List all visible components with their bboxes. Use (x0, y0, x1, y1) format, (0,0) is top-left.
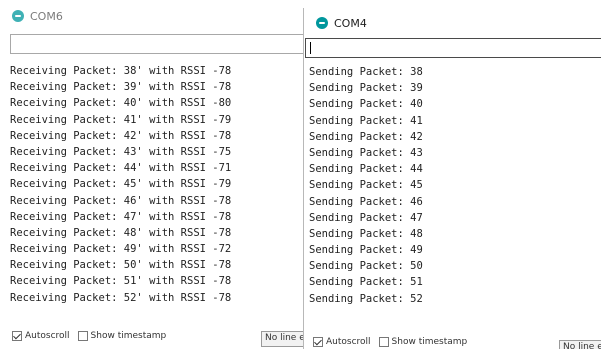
output-line: Sending Packet: 48 (309, 227, 423, 240)
output-line: Sending Packet: 45 (309, 179, 423, 192)
output-line: Sending Packet: 47 (309, 211, 423, 224)
show-timestamp-label: Show timestamp (90, 331, 167, 341)
window-title: COM6 (30, 9, 63, 23)
output-line: Receiving Packet: 42' with RSSI -78 (10, 129, 232, 142)
autoscroll-label: Autoscroll (326, 337, 371, 347)
output-line: Receiving Packet: 43' with RSSI -75 (10, 145, 232, 158)
output-line: Receiving Packet: 51' with RSSI -78 (10, 275, 232, 288)
output-line: Receiving Packet: 41' with RSSI -79 (10, 113, 232, 126)
output-line: Sending Packet: 41 (309, 114, 423, 127)
show-timestamp-checkbox[interactable] (378, 337, 389, 347)
output-line: Receiving Packet: 39' with RSSI -78 (10, 81, 232, 94)
output-line: Sending Packet: 42 (309, 130, 423, 143)
output-line: Receiving Packet: 44' with RSSI -71 (10, 162, 232, 175)
serial-monitor-com6: COM6 Receiving Packet: 38' with RSSI -78… (0, 0, 318, 349)
arduino-app-icon (12, 10, 24, 22)
title-bar[interactable]: COM4 (304, 8, 601, 38)
line-ending-select[interactable]: No line en (261, 331, 307, 347)
output-line: Sending Packet: 38 (309, 66, 423, 78)
send-input[interactable] (10, 34, 310, 54)
output-line: Receiving Packet: 45' with RSSI -79 (10, 178, 232, 191)
autoscroll-checkbox[interactable] (12, 331, 22, 341)
output-line: Receiving Packet: 46' with RSSI -78 (10, 194, 232, 207)
output-line: Sending Packet: 39 (309, 82, 423, 95)
output-line: Receiving Packet: 40' with RSSI -80 (10, 97, 232, 110)
output-line: Sending Packet: 52 (309, 292, 423, 305)
output-line: Sending Packet: 51 (309, 276, 423, 289)
title-bar[interactable]: COM6 (0, 2, 318, 30)
footer-bar: Autoscroll Show timestamp (304, 337, 601, 347)
serial-output: Receiving Packet: 38' with RSSI -78 Recei… (10, 63, 231, 306)
output-line: Receiving Packet: 48' with RSSI -78 (10, 226, 232, 239)
send-input[interactable] (305, 38, 601, 58)
autoscroll-label: Autoscroll (25, 331, 70, 341)
output-line: Receiving Packet: 49' with RSSI -72 (10, 243, 232, 256)
window-title: COM4 (334, 16, 367, 30)
output-line: Sending Packet: 43 (309, 146, 423, 159)
output-line: Sending Packet: 49 (309, 244, 423, 257)
output-line: Sending Packet: 50 (309, 260, 423, 273)
arduino-app-icon (316, 17, 328, 29)
show-timestamp-label: Show timestamp (391, 337, 468, 347)
output-line: Sending Packet: 40 (309, 98, 423, 111)
output-line: Receiving Packet: 38' with RSSI -78 (10, 65, 232, 77)
output-line: Sending Packet: 44 (309, 163, 423, 176)
autoscroll-checkbox[interactable] (313, 337, 323, 347)
output-line: Receiving Packet: 47' with RSSI -78 (10, 210, 232, 223)
output-line: Receiving Packet: 50' with RSSI -78 (10, 259, 232, 272)
line-ending-select[interactable]: No line en (559, 340, 601, 349)
output-line: Receiving Packet: 52' with RSSI -78 (10, 291, 232, 304)
serial-monitor-com4: COM4 Sending Packet: 38 Sending Packet: 3… (303, 8, 601, 349)
text-caret (310, 42, 311, 54)
show-timestamp-checkbox[interactable] (77, 331, 88, 341)
output-line: Sending Packet: 46 (309, 195, 423, 208)
serial-output: Sending Packet: 38 Sending Packet: 39 Send… (309, 64, 423, 307)
